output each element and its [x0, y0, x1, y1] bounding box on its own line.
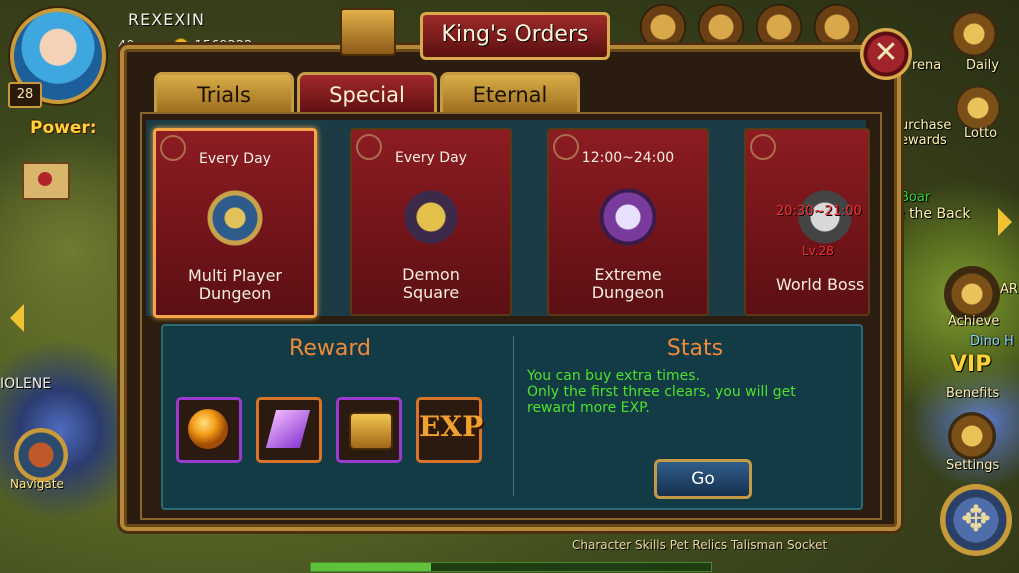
ranking-icon[interactable]	[698, 4, 744, 50]
event-icon[interactable]	[640, 4, 686, 50]
boar-label: Boar	[900, 190, 931, 205]
treasure-chest-icon	[349, 412, 393, 450]
card-name-line2: Dungeon	[591, 283, 665, 302]
boss-time: 20:30~21:00	[776, 204, 862, 219]
bottom-menu-text: Character Skills Pet Relics Talisman Soc…	[572, 538, 828, 552]
reward-slot-exp[interactable]: EXP	[416, 397, 484, 463]
right-arrow-icon[interactable]	[998, 208, 1012, 236]
daily-icon[interactable]	[950, 10, 998, 58]
experience-bar-fill	[311, 563, 431, 571]
demon-skull-icon	[402, 188, 460, 246]
boss-level: Lv.28	[802, 244, 834, 258]
arena-label: rena	[912, 58, 942, 73]
left-arrow-icon[interactable]	[10, 304, 24, 332]
card-name-line1: Demon	[402, 265, 460, 284]
experience-bar	[310, 562, 712, 572]
vip-icon[interactable]: VIP	[950, 352, 991, 377]
card-name-line1: Multi Player	[188, 266, 282, 285]
player-name: REXEXIN	[128, 10, 205, 29]
player-level-badge: 28	[8, 82, 42, 108]
shield-crest-icon	[206, 189, 264, 247]
card-name: Multi Player Dungeon	[156, 267, 314, 303]
lotto-icon[interactable]	[956, 86, 1000, 130]
card-time: Every Day	[395, 150, 467, 166]
tab-special[interactable]: Special	[297, 72, 437, 115]
card-demon-square[interactable]: Every Day Demon Square	[350, 128, 512, 316]
go-button[interactable]: Go	[654, 459, 752, 499]
shop-icon[interactable]	[756, 4, 802, 50]
details-divider	[513, 336, 514, 496]
card-world-boss[interactable]: 20:30~21:00 Lv.28 World Boss	[744, 128, 870, 316]
card-corner-ornament	[750, 134, 776, 160]
card-name: Extreme Dungeon	[549, 266, 707, 302]
card-name-line1: Extreme	[594, 265, 662, 284]
movement-dpad[interactable]	[940, 484, 1012, 556]
reward-slot-chest[interactable]	[336, 397, 402, 463]
card-name-line2: Square	[402, 283, 460, 302]
purchase-rewards-label: urchase ewards	[900, 118, 952, 148]
settings-label: Settings	[946, 458, 1000, 473]
npc-name: IOLENE	[0, 376, 52, 392]
settings-gear-icon[interactable]	[948, 412, 996, 460]
navigate-compass-icon[interactable]	[14, 428, 68, 482]
stats-title: Stats	[666, 336, 724, 361]
scroll-text: e the Back	[896, 206, 971, 222]
close-button[interactable]: ✕	[860, 28, 912, 80]
stats-line: Only the first three clears, you will ge…	[527, 384, 796, 400]
exp-icon: EXP	[419, 410, 484, 443]
daily-label: Daily	[966, 58, 999, 73]
card-time: 12:00~24:00	[581, 150, 675, 166]
top-icon-row	[640, 4, 860, 50]
tab-trials[interactable]: Trials	[154, 72, 294, 115]
title-chest-icon	[340, 8, 396, 56]
mail-icon[interactable]	[22, 162, 70, 200]
lotto-label: Lotto	[964, 126, 998, 141]
stats-line: You can buy extra times.	[527, 368, 700, 384]
achieve-label: Achieve	[948, 314, 1000, 329]
card-time: Every Day	[199, 151, 271, 167]
ar-label: AR	[1000, 282, 1018, 297]
dialog-title: King's Orders	[420, 12, 610, 60]
navigate-label: Navigate	[10, 477, 64, 491]
coin-bag-icon[interactable]	[814, 4, 860, 50]
reward-slot-crystal[interactable]	[256, 397, 322, 463]
dino-label: Dino H	[970, 334, 1014, 349]
power-label: Power:	[30, 118, 97, 138]
card-name: Demon Square	[352, 266, 510, 302]
card-multi-player-dungeon[interactable]: Every Day Multi Player Dungeon	[153, 128, 317, 318]
purple-skull-icon	[599, 188, 657, 246]
card-name-line2: Dungeon	[198, 284, 272, 303]
stats-line: reward more EXP.	[527, 400, 650, 416]
orange-orb-icon	[188, 409, 228, 449]
tab-eternal[interactable]: Eternal	[440, 72, 580, 115]
purple-crystal-icon	[265, 410, 311, 448]
benefits-label: Benefits	[946, 386, 1000, 401]
reward-title: Reward	[289, 336, 371, 361]
card-name: World Boss	[776, 275, 865, 294]
stats-description: You can buy extra times. Only the first …	[527, 368, 847, 416]
card-extreme-dungeon[interactable]: 12:00~24:00 Extreme Dungeon	[547, 128, 709, 316]
reward-slot-orb[interactable]	[176, 397, 242, 463]
